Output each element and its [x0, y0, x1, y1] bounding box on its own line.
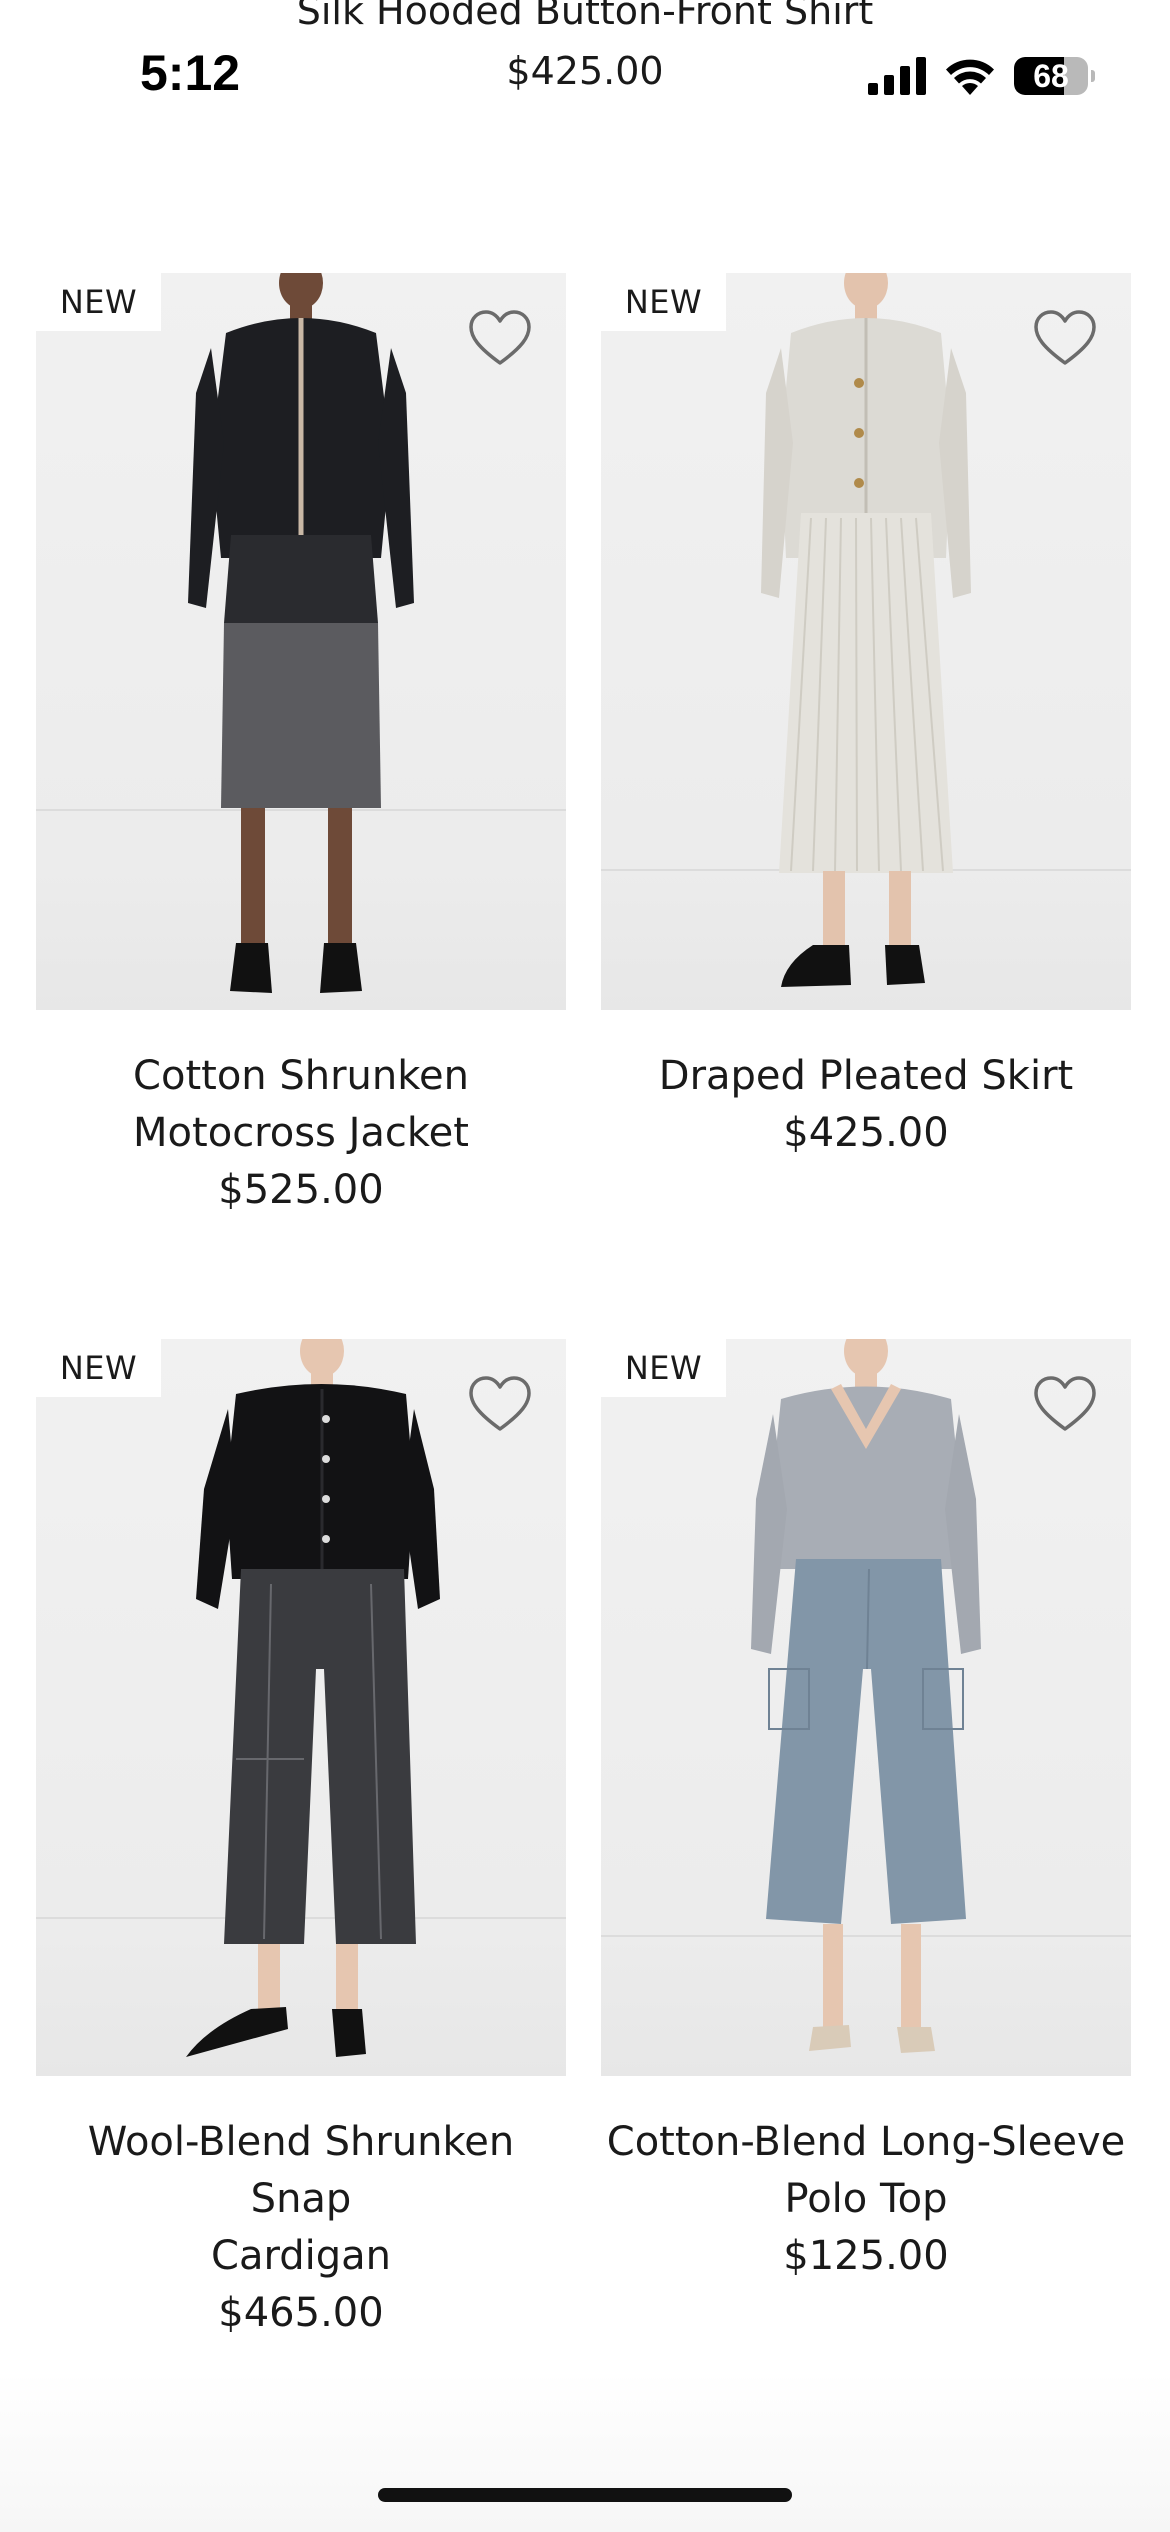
product-name[interactable]: Cotton Shrunken Motocross Jacket — [36, 1048, 566, 1162]
product-name[interactable]: Cotton-Blend Long-Sleeve Polo Top — [601, 2114, 1131, 2228]
product-image[interactable]: NEW — [36, 273, 566, 1010]
new-badge: NEW — [36, 273, 161, 331]
product-card[interactable]: NEW Cotton-Blend Long-Sleeve Polo Top $1… — [601, 1339, 1131, 2285]
battery-level: 68 — [1033, 58, 1069, 94]
product-card[interactable]: NEW Draped Pleated Skirt $425.00 — [601, 273, 1131, 1162]
home-indicator[interactable] — [378, 2488, 792, 2502]
bottom-fade — [0, 2372, 1170, 2532]
new-badge: NEW — [36, 1339, 161, 1397]
product-price: $465.00 — [218, 2290, 384, 2336]
product-price: $125.00 — [783, 2233, 949, 2279]
model-figure — [186, 1339, 440, 2057]
product-price: $425.00 — [783, 1110, 949, 1156]
product-image[interactable]: NEW — [601, 1339, 1131, 2076]
product-card[interactable]: NEW Cotton Shrunken Motocross Jacket $52… — [36, 273, 566, 1219]
model-figure — [761, 273, 971, 987]
heart-outline-icon[interactable] — [1033, 1375, 1097, 1435]
wifi-icon — [946, 59, 994, 95]
model-figure — [188, 273, 414, 993]
product-image[interactable]: NEW — [36, 1339, 566, 2076]
status-icons: 68 — [868, 54, 1095, 98]
product-image[interactable]: NEW — [601, 273, 1131, 1010]
heart-outline-icon[interactable] — [1033, 309, 1097, 369]
product-grid: NEW Cotton Shrunken Motocross Jacket $52… — [0, 273, 1170, 2373]
product-card[interactable]: NEW Wool-Blend Shrunken Snap Cardigan $4… — [36, 1339, 566, 2342]
product-name[interactable]: Wool-Blend Shrunken Snap Cardigan — [36, 2114, 566, 2285]
product-name[interactable]: Draped Pleated Skirt — [601, 1048, 1131, 1105]
model-figure — [751, 1339, 981, 2053]
header-product-title: Silk Hooded Button-Front Shirt — [296, 0, 874, 33]
heart-outline-icon[interactable] — [468, 309, 532, 369]
new-badge: NEW — [601, 273, 726, 331]
cellular-signal-icon — [868, 57, 926, 95]
new-badge: NEW — [601, 1339, 726, 1397]
battery-icon: 68 — [1014, 57, 1095, 95]
status-time: 5:12 — [140, 45, 241, 101]
heart-outline-icon[interactable] — [468, 1375, 532, 1435]
product-price: $525.00 — [218, 1167, 384, 1213]
